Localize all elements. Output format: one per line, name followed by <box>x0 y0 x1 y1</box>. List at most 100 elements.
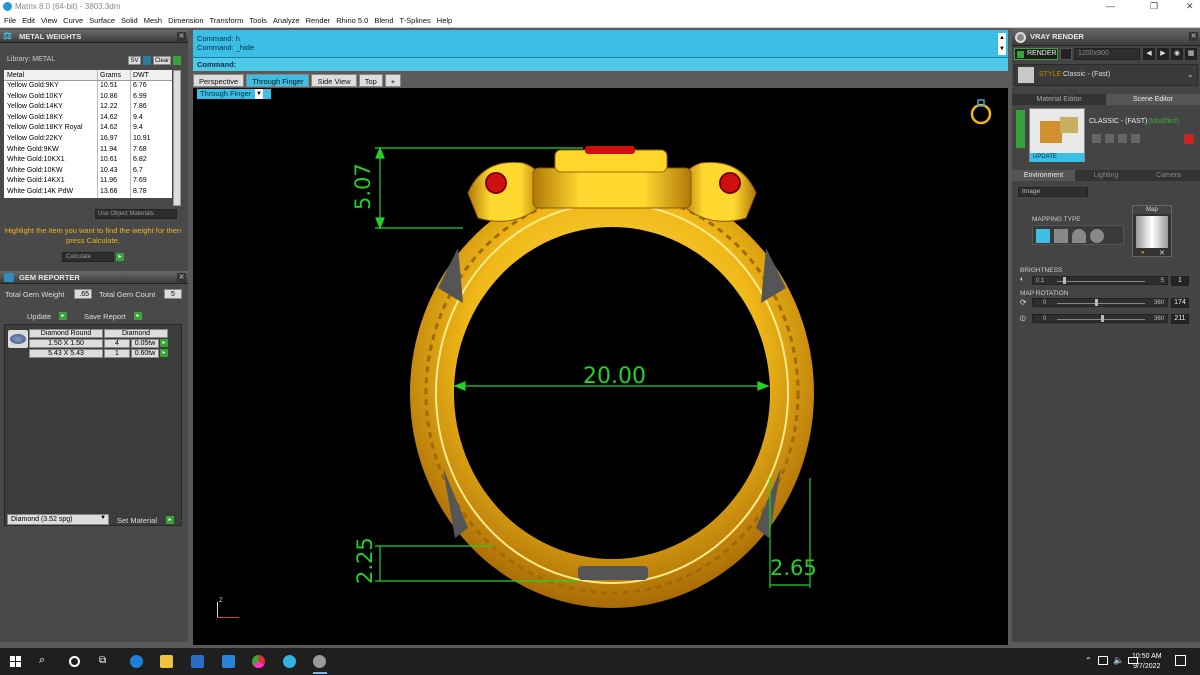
close-icon[interactable]: ✕ <box>177 32 186 41</box>
reset-icon[interactable] <box>1184 134 1194 144</box>
menu-analyze[interactable]: Analyze <box>273 16 300 25</box>
menu-render[interactable]: Render <box>306 16 331 25</box>
add-tab-button[interactable]: + <box>384 74 402 87</box>
show-hidden-icons[interactable]: ⌃ <box>1085 656 1092 665</box>
update-go-icon[interactable]: ▸ <box>59 312 67 320</box>
maximize-button[interactable]: ❐ <box>1150 1 1158 12</box>
brightness-value[interactable]: 1 <box>1171 276 1189 286</box>
menu-surface[interactable]: Surface <box>89 16 115 25</box>
chevron-down-icon[interactable]: ⌄ <box>1187 70 1194 79</box>
map-remove-icon[interactable]: ✕ <box>1159 249 1165 257</box>
set-material-button[interactable]: Set Material <box>117 516 157 525</box>
table-scrollbar[interactable] <box>173 70 181 206</box>
render-button[interactable]: RENDER <box>1014 48 1058 60</box>
mail-icon[interactable] <box>222 655 235 668</box>
viewport[interactable]: Through Finger ▼ 20.00 5.07 2.25 2.65 Z <box>193 88 1008 645</box>
save-report-go-icon[interactable]: ▸ <box>134 312 142 320</box>
clear-button[interactable]: Clear <box>153 56 171 65</box>
close-button[interactable]: ✕ <box>1186 1 1194 12</box>
menu-solid[interactable]: Solid <box>121 16 138 25</box>
table-row[interactable]: Yellow Gold:9KY 10.51 6.76 <box>4 81 172 92</box>
menu-view[interactable]: View <box>41 16 57 25</box>
menu-tsplines[interactable]: T-Splines <box>400 16 431 25</box>
menu-mesh[interactable]: Mesh <box>144 16 162 25</box>
tab-environment[interactable]: Environment <box>1012 170 1075 181</box>
windows-start-icon[interactable] <box>10 656 21 667</box>
chevron-down-icon[interactable]: ▼ <box>100 515 108 524</box>
material-select[interactable]: Diamond (3.52 spg) <box>7 514 109 525</box>
tab-side-view[interactable]: Side View <box>311 74 357 87</box>
render-settings-icon[interactable] <box>1060 48 1072 60</box>
slider-thumb[interactable] <box>1063 277 1066 284</box>
map-edit-icon[interactable]: ● <box>1141 250 1145 256</box>
network-icon[interactable] <box>1098 656 1108 665</box>
scene-expand-handle[interactable] <box>1016 110 1025 148</box>
style-row[interactable]: STYLE: Classic - (Fast) ⌄ <box>1014 64 1198 86</box>
store-icon[interactable] <box>191 655 204 668</box>
column-header[interactable]: Grams <box>98 70 131 80</box>
scene-icon[interactable] <box>1131 134 1140 143</box>
menu-blend[interactable]: Blend <box>374 16 393 25</box>
table-row[interactable]: Yellow Gold:18KY Royal 14.62 9.4 <box>4 123 172 134</box>
sv-toggle[interactable] <box>143 56 151 65</box>
column-header[interactable]: DWT <box>131 70 172 80</box>
tab-perspective[interactable]: Perspective <box>193 74 245 87</box>
sv-button[interactable]: SV <box>128 56 141 65</box>
mapping-sphere-icon[interactable] <box>1090 229 1104 243</box>
task-view-icon[interactable]: ⧉ <box>99 655 106 666</box>
minimize-button[interactable]: — <box>1106 1 1115 11</box>
table-row[interactable]: White Gold:9KW 11.94 7.68 <box>4 144 172 156</box>
scene-icon[interactable] <box>1118 134 1127 143</box>
chrome-icon[interactable] <box>252 655 265 668</box>
save-report-button[interactable]: Save Report <box>84 312 126 321</box>
close-icon[interactable]: ✕ <box>177 273 186 282</box>
table-row[interactable]: White Gold:14KX1 11.96 7.69 <box>4 176 172 187</box>
rotation-slider-2[interactable]: 0 360 211 <box>1032 314 1189 324</box>
table-row[interactable]: White Gold:14K PdW 13.66 8.78 <box>4 186 172 198</box>
menu-help[interactable]: Help <box>437 16 452 25</box>
mapping-dome-icon[interactable] <box>1072 229 1086 243</box>
table-row[interactable]: Yellow Gold:10KY 10.86 6.99 <box>4 91 172 103</box>
scene-thumbnail[interactable]: UPDATE <box>1029 108 1085 162</box>
matrix-app-icon[interactable] <box>283 655 296 668</box>
rotation-slider-1[interactable]: 0 360 174 <box>1032 298 1189 308</box>
menu-tools[interactable]: Tools <box>249 16 267 25</box>
update-button[interactable]: UPDATE <box>1030 153 1084 162</box>
tab-material-editor[interactable]: Material Editor <box>1012 94 1106 105</box>
slider-thumb[interactable] <box>1101 315 1104 322</box>
gem-row-go-icon[interactable]: ▸ <box>160 349 168 357</box>
command-scrollbar[interactable]: ▲ ▼ <box>998 33 1006 55</box>
tab-scene-editor[interactable]: Scene Editor <box>1106 94 1200 105</box>
use-object-materials-button[interactable]: Use Object Materials <box>95 209 177 219</box>
ring-view-icon[interactable] <box>968 96 994 126</box>
clear-go-icon[interactable] <box>173 56 181 65</box>
volume-icon[interactable]: 🔈 <box>1113 655 1124 666</box>
table-row[interactable]: White Gold:10KW 10.43 6.7 <box>4 165 172 177</box>
environment-select[interactable]: Image <box>1018 187 1088 197</box>
search-icon[interactable]: ⌕ <box>39 654 45 667</box>
table-row[interactable]: Yellow Gold:22KY 16.97 10.91 <box>4 133 172 145</box>
rotation-value-2[interactable]: 211 <box>1171 314 1189 324</box>
menu-rhino[interactable]: Rhino 5.0 <box>336 16 368 25</box>
resolution-field[interactable]: 1200x900 <box>1074 48 1140 60</box>
command-input[interactable]: Command: <box>193 57 1008 71</box>
next-icon[interactable]: ▶ <box>1157 48 1169 60</box>
tab-through-finger[interactable]: Through Finger <box>246 74 310 87</box>
grid-icon[interactable]: ▦ <box>1185 48 1197 60</box>
mapping-plane-icon[interactable] <box>1036 229 1050 243</box>
menu-dimension[interactable]: Dimension <box>168 16 203 25</box>
calculate-button[interactable]: Calculate <box>62 252 114 262</box>
clock[interactable]: 10:50 AM 9/7/2022 <box>1132 652 1162 672</box>
gem-row-go-icon[interactable]: ▸ <box>160 339 168 347</box>
column-header[interactable]: Metal <box>4 70 98 80</box>
mapping-cube-icon[interactable] <box>1054 229 1068 243</box>
table-row[interactable]: Yellow Gold:18KY 14.62 9.4 <box>4 112 172 124</box>
tab-top[interactable]: Top <box>358 74 383 87</box>
menu-edit[interactable]: Edit <box>22 16 35 25</box>
scene-icon[interactable] <box>1092 134 1101 143</box>
notifications-icon[interactable] <box>1175 655 1186 666</box>
slider-thumb[interactable] <box>1095 299 1098 306</box>
update-button[interactable]: Update <box>27 312 51 321</box>
tab-camera[interactable]: Camera <box>1137 170 1200 181</box>
set-material-go-icon[interactable]: ▸ <box>166 516 174 524</box>
